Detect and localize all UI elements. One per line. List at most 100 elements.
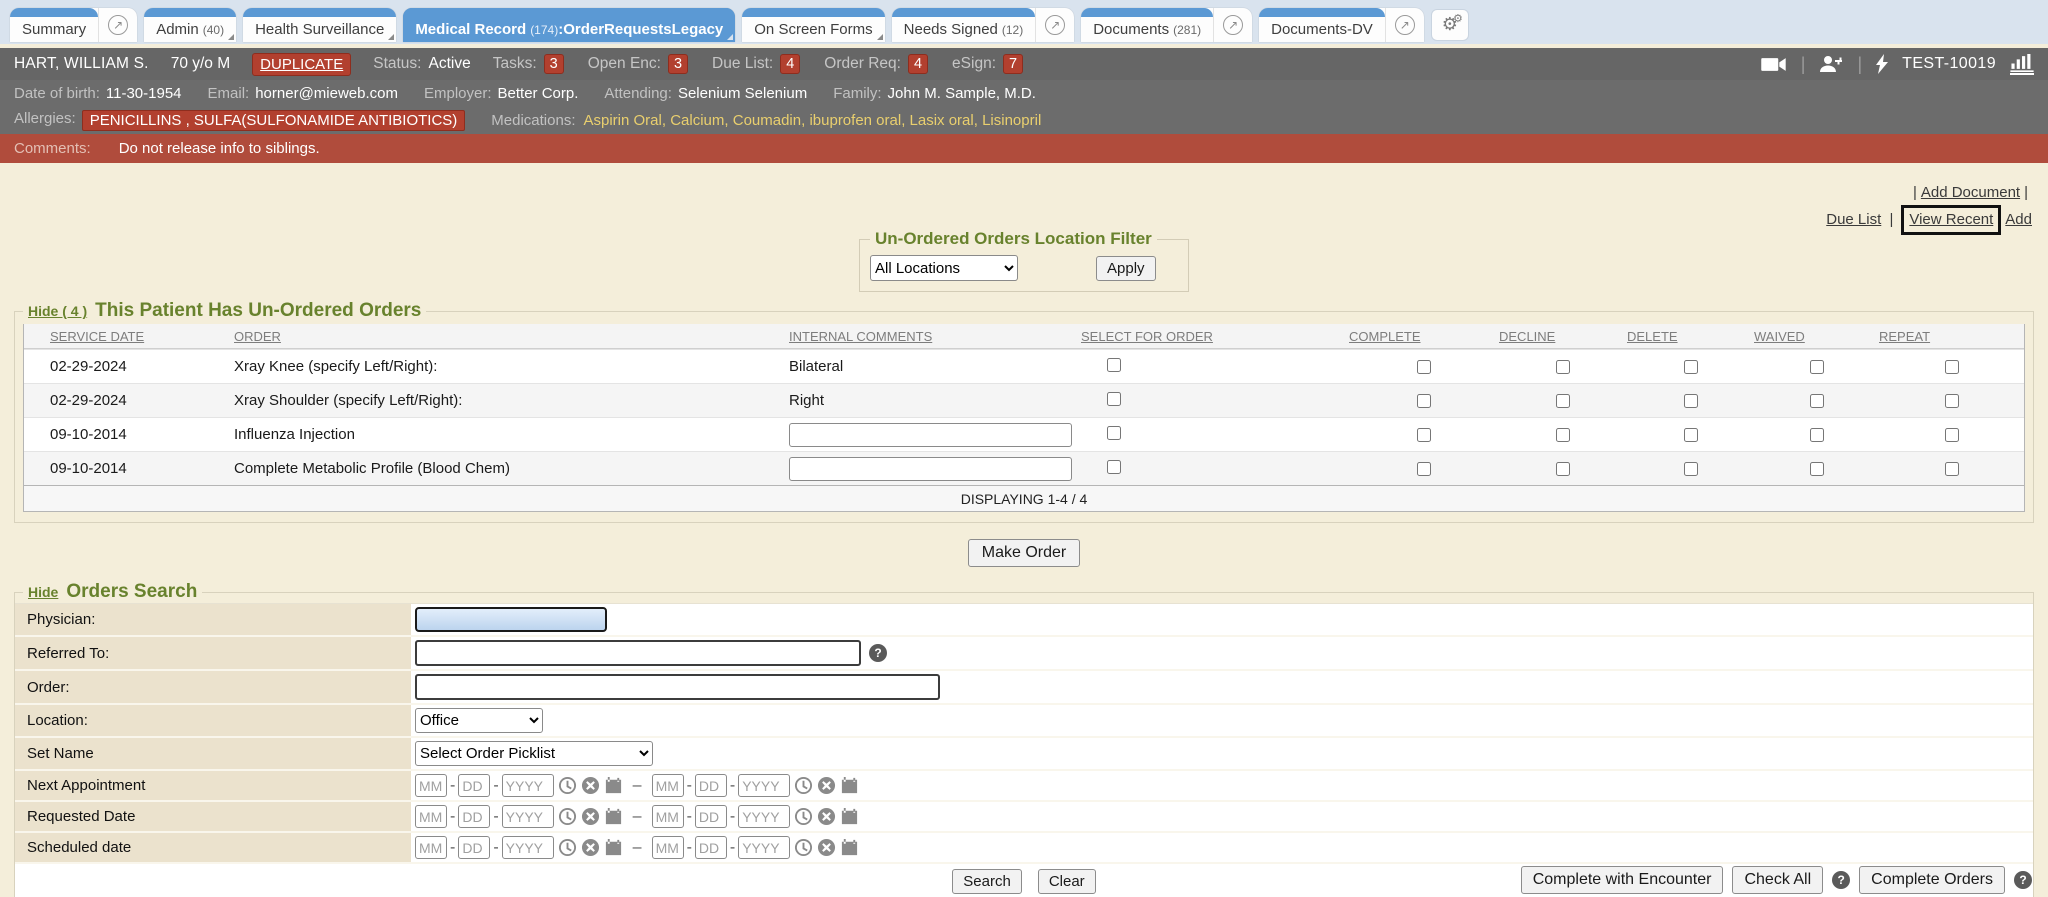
clear-date-icon[interactable] — [581, 838, 600, 857]
calendar-icon[interactable] — [840, 807, 859, 826]
search-button[interactable]: Search — [952, 869, 1022, 894]
tab-admin[interactable]: Admin(40) — [144, 8, 236, 42]
internal-comment-input[interactable] — [789, 457, 1072, 481]
view-recent-link-focused[interactable]: View Recent — [1901, 205, 2001, 235]
tab-documents[interactable]: Documents(281)↗ — [1081, 8, 1252, 42]
tab-on-screen-forms[interactable]: On Screen Forms — [742, 8, 884, 42]
decline-checkbox[interactable] — [1556, 428, 1570, 442]
repeat-checkbox[interactable] — [1945, 462, 1959, 476]
calendar-icon[interactable] — [840, 776, 859, 795]
delete-checkbox[interactable] — [1684, 394, 1698, 408]
date-start-yyyy-input[interactable] — [502, 774, 554, 797]
date-end-dd-input[interactable] — [695, 774, 727, 797]
stat-badge[interactable]: 3 — [544, 54, 564, 74]
medication-link[interactable]: Lasix oral — [910, 112, 974, 129]
column-header-select-for-order[interactable]: SELECT FOR ORDER — [1079, 329, 1349, 344]
date-end-mm-input[interactable] — [652, 805, 684, 828]
stat-badge[interactable]: 3 — [668, 54, 688, 74]
clock-icon[interactable] — [558, 807, 577, 826]
date-start-mm-input[interactable] — [415, 774, 447, 797]
decline-checkbox[interactable] — [1556, 360, 1570, 374]
stat-badge[interactable]: 4 — [780, 54, 800, 74]
clock-icon[interactable] — [794, 807, 813, 826]
stat-badge[interactable]: 7 — [1003, 54, 1023, 74]
calendar-icon[interactable] — [604, 807, 623, 826]
lightning-icon[interactable] — [1876, 54, 1888, 74]
add-document-link[interactable]: Add Document — [1921, 184, 2020, 201]
help-icon[interactable]: ? — [1832, 871, 1850, 889]
video-call-icon[interactable] — [1761, 56, 1787, 73]
column-header-delete[interactable]: DELETE — [1627, 329, 1754, 344]
decline-checkbox[interactable] — [1556, 394, 1570, 408]
complete-checkbox[interactable] — [1417, 394, 1431, 408]
date-start-dd-input[interactable] — [458, 836, 490, 859]
make-order-button[interactable]: Make Order — [968, 539, 1080, 567]
tab-needs-signed[interactable]: Needs Signed(12)↗ — [892, 8, 1075, 42]
column-header-internal-comments[interactable]: INTERNAL COMMENTS — [789, 329, 1079, 344]
apply-button[interactable]: Apply — [1096, 256, 1156, 281]
repeat-checkbox[interactable] — [1945, 428, 1959, 442]
repeat-checkbox[interactable] — [1945, 360, 1959, 374]
date-end-yyyy-input[interactable] — [738, 805, 790, 828]
date-end-yyyy-input[interactable] — [738, 774, 790, 797]
date-end-dd-input[interactable] — [695, 805, 727, 828]
date-start-mm-input[interactable] — [415, 836, 447, 859]
date-end-mm-input[interactable] — [652, 774, 684, 797]
clock-icon[interactable] — [558, 776, 577, 795]
medication-link[interactable]: Lisinopril — [982, 112, 1041, 129]
calendar-icon[interactable] — [604, 776, 623, 795]
complete-orders-button[interactable]: Complete Orders — [1859, 866, 2005, 894]
help-icon[interactable]: ? — [869, 644, 887, 662]
column-header-waived[interactable]: WAIVED — [1754, 329, 1879, 344]
date-end-yyyy-input[interactable] — [738, 836, 790, 859]
allergy-badge[interactable]: PENICILLINS , SULFA(SULFONAMIDE ANTIBIOT… — [82, 110, 466, 131]
help-icon[interactable]: ? — [2014, 871, 2032, 889]
tab-medical-record[interactable]: Medical Record(174):OrderRequestsLegacy — [403, 8, 735, 42]
waived-checkbox[interactable] — [1810, 428, 1824, 442]
delete-checkbox[interactable] — [1684, 462, 1698, 476]
date-start-dd-input[interactable] — [458, 774, 490, 797]
waived-checkbox[interactable] — [1810, 394, 1824, 408]
medication-link[interactable]: Coumadin — [733, 112, 801, 129]
column-header-complete[interactable]: COMPLETE — [1349, 329, 1499, 344]
medication-link[interactable]: ibuprofen oral — [809, 112, 901, 129]
column-header-decline[interactable]: DECLINE — [1499, 329, 1627, 344]
internal-comment-input[interactable] — [789, 423, 1072, 447]
hide-search-link[interactable]: Hide — [28, 584, 58, 600]
repeat-checkbox[interactable] — [1945, 394, 1959, 408]
clear-button[interactable]: Clear — [1038, 869, 1096, 894]
select-for-order-checkbox[interactable] — [1107, 426, 1121, 440]
hide-orders-link[interactable]: Hide ( 4 ) — [28, 303, 87, 319]
date-start-yyyy-input[interactable] — [502, 836, 554, 859]
select-for-order-checkbox[interactable] — [1107, 358, 1121, 372]
set-name-select[interactable]: Select Order Picklist — [415, 741, 653, 766]
clear-date-icon[interactable] — [581, 776, 600, 795]
medication-link[interactable]: Aspirin Oral — [584, 112, 662, 129]
date-end-mm-input[interactable] — [652, 836, 684, 859]
tab-documents-dv[interactable]: Documents-DV↗ — [1259, 8, 1424, 42]
complete-checkbox[interactable] — [1417, 462, 1431, 476]
add-user-icon[interactable] — [1819, 54, 1843, 74]
clear-date-icon[interactable] — [581, 807, 600, 826]
decline-checkbox[interactable] — [1556, 462, 1570, 476]
order-input[interactable] — [415, 674, 940, 700]
date-start-dd-input[interactable] — [458, 805, 490, 828]
date-start-yyyy-input[interactable] — [502, 805, 554, 828]
delete-checkbox[interactable] — [1684, 360, 1698, 374]
clock-icon[interactable] — [558, 838, 577, 857]
column-header-service-date[interactable]: SERVICE DATE — [24, 329, 234, 344]
due-list-link[interactable]: Due List — [1826, 211, 1881, 228]
date-start-mm-input[interactable] — [415, 805, 447, 828]
location-select[interactable]: Office — [415, 708, 543, 733]
location-filter-select[interactable]: All Locations — [870, 255, 1018, 281]
clock-icon[interactable] — [794, 776, 813, 795]
tab-settings-button[interactable]: ⚙⚙ — [1431, 9, 1469, 41]
tab-summary[interactable]: Summary↗ — [10, 8, 137, 42]
flowsheet-chart-icon[interactable] — [2010, 53, 2034, 75]
waived-checkbox[interactable] — [1810, 462, 1824, 476]
stat-badge[interactable]: 4 — [908, 54, 928, 74]
calendar-icon[interactable] — [604, 838, 623, 857]
medication-link[interactable]: Calcium — [670, 112, 724, 129]
duplicate-badge[interactable]: DUPLICATE — [252, 53, 351, 76]
column-header-repeat[interactable]: REPEAT — [1879, 329, 2024, 344]
